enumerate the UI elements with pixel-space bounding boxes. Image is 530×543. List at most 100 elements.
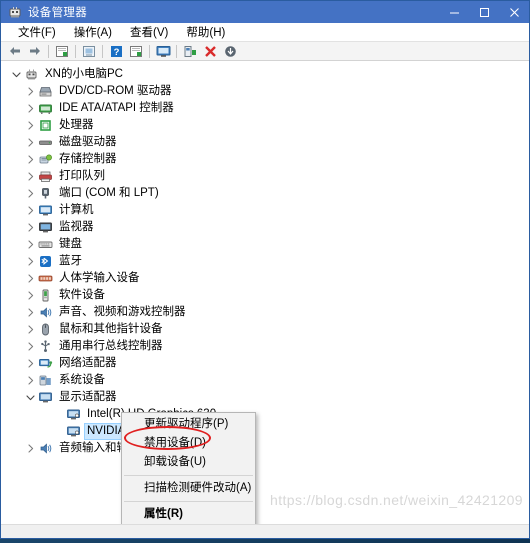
tree-node-label: 人体学输入设备 xyxy=(59,272,140,284)
maximize-button[interactable] xyxy=(469,1,499,23)
tree-node[interactable]: 系统设备 xyxy=(1,372,529,389)
hid-icon xyxy=(37,271,53,287)
chevron-down-icon[interactable] xyxy=(9,66,23,83)
chevron-right-icon[interactable] xyxy=(23,151,37,168)
toolbar-separator-4 xyxy=(149,44,150,58)
tree-node[interactable]: 软件设备 xyxy=(1,287,529,304)
tree-node-label: 通用串行总线控制器 xyxy=(59,340,163,352)
chevron-right-icon[interactable] xyxy=(23,321,37,338)
tree-node[interactable]: 处理器 xyxy=(1,117,529,134)
tree-node[interactable]: 磁盘驱动器 xyxy=(1,134,529,151)
display-adapter-icon xyxy=(37,390,53,406)
mouse-icon xyxy=(37,322,53,338)
menu-view[interactable]: 查看(V) xyxy=(121,24,177,40)
chevron-right-icon[interactable] xyxy=(23,338,37,355)
tree-node[interactable]: XN的小电脑PC xyxy=(1,66,529,83)
ctx-properties[interactable]: 属性(R) xyxy=(122,505,255,524)
print-queue-icon xyxy=(37,169,53,185)
processor-icon xyxy=(37,118,53,134)
computer-icon xyxy=(37,203,53,219)
tree-node-label: 鼠标和其他指针设备 xyxy=(59,323,163,335)
disable-device-icon[interactable] xyxy=(220,43,240,60)
close-button[interactable] xyxy=(499,1,529,23)
title-bar[interactable]: 设备管理器 xyxy=(1,1,529,23)
minimize-button[interactable] xyxy=(439,1,469,23)
chevron-right-icon[interactable] xyxy=(23,270,37,287)
storage-controller-icon xyxy=(37,152,53,168)
menu-help[interactable]: 帮助(H) xyxy=(177,24,234,40)
tree-node-label: 系统设备 xyxy=(59,374,105,386)
ctx-uninstall-device[interactable]: 卸载设备(U) xyxy=(122,453,255,472)
software-device-icon xyxy=(37,288,53,304)
chevron-right-icon[interactable] xyxy=(23,372,37,389)
audio-io-icon xyxy=(37,441,53,457)
chevron-down-icon[interactable] xyxy=(23,389,37,406)
watermark: https://blog.csdn.net/weixin_42421209 xyxy=(270,492,523,508)
tree-node[interactable]: 显示适配器 xyxy=(1,389,529,406)
tree-node[interactable]: 鼠标和其他指针设备 xyxy=(1,321,529,338)
chevron-right-icon[interactable] xyxy=(23,355,37,372)
tree-node[interactable]: 计算机 xyxy=(1,202,529,219)
device-tree-pane[interactable]: XN的小电脑PC DVD/CD-ROM 驱动器 IDE ATA/ATAPI 控制器处… xyxy=(1,61,529,524)
tree-node-label: 键盘 xyxy=(59,238,82,250)
tree-node[interactable]: 打印队列 xyxy=(1,168,529,185)
chevron-right-icon[interactable] xyxy=(23,117,37,134)
show-hidden-icon[interactable] xyxy=(126,43,146,60)
chevron-right-icon[interactable] xyxy=(23,219,37,236)
status-bar xyxy=(1,524,529,538)
chevron-right-icon[interactable] xyxy=(23,202,37,219)
help-icon[interactable]: ? xyxy=(106,43,126,60)
tree-node-label: 声音、视频和游戏控制器 xyxy=(59,306,186,318)
tree-node[interactable]: 蓝牙 xyxy=(1,253,529,270)
tree-node[interactable]: 监视器 xyxy=(1,219,529,236)
back-arrow-icon[interactable] xyxy=(5,43,25,60)
menu-file[interactable]: 文件(F) xyxy=(9,24,65,40)
chevron-right-icon[interactable] xyxy=(23,134,37,151)
forward-arrow-icon[interactable] xyxy=(25,43,45,60)
uninstall-device-icon[interactable] xyxy=(200,43,220,60)
window-title: 设备管理器 xyxy=(28,7,87,19)
chevron-right-icon[interactable] xyxy=(23,304,37,321)
tree-node[interactable]: 网络适配器 xyxy=(1,355,529,372)
tree-node[interactable]: 人体学输入设备 xyxy=(1,270,529,287)
tree-node[interactable]: 存储控制器 xyxy=(1,151,529,168)
tree-node[interactable]: 音频输入和输出 xyxy=(1,440,529,457)
ctx-scan-hardware[interactable]: 扫描检测硬件改动(A) xyxy=(122,479,255,498)
chevron-right-icon[interactable] xyxy=(23,440,37,457)
tree-node[interactable]: IDE ATA/ATAPI 控制器 xyxy=(1,100,529,117)
dvd-drive-icon xyxy=(37,84,53,100)
tree-node[interactable]: 键盘 xyxy=(1,236,529,253)
toolbar-separator-1 xyxy=(48,44,49,58)
update-driver-icon[interactable] xyxy=(79,43,99,60)
chevron-right-icon[interactable] xyxy=(23,168,37,185)
scan-hardware-icon[interactable] xyxy=(153,43,173,60)
chevron-right-icon[interactable] xyxy=(23,83,37,100)
properties-icon[interactable] xyxy=(52,43,72,60)
chevron-right-icon[interactable] xyxy=(23,236,37,253)
monitor-icon xyxy=(37,220,53,236)
window-controls xyxy=(439,1,529,23)
ctx-update-driver[interactable]: 更新驱动程序(P) xyxy=(122,415,255,434)
tree-node-label: 计算机 xyxy=(59,204,94,216)
ctx-disable-device[interactable]: 禁用设备(D) xyxy=(122,434,255,453)
chevron-right-icon[interactable] xyxy=(23,100,37,117)
tree-node-label: 蓝牙 xyxy=(59,255,82,267)
menu-action[interactable]: 操作(A) xyxy=(65,24,121,40)
keyboard-icon xyxy=(37,237,53,253)
install-legacy-icon[interactable] xyxy=(180,43,200,60)
tree-node[interactable]: NVIDIA GeForce GTX 1050 xyxy=(1,423,529,440)
tree-node[interactable]: DVD/CD-ROM 驱动器 xyxy=(1,83,529,100)
chevron-right-icon[interactable] xyxy=(23,253,37,270)
network-adapter-icon xyxy=(37,356,53,372)
toolbar-separator-3 xyxy=(102,44,103,58)
chevron-right-icon[interactable] xyxy=(23,185,37,202)
tree-node-label: XN的小电脑PC xyxy=(45,68,123,80)
tree-node[interactable]: 声音、视频和游戏控制器 xyxy=(1,304,529,321)
chevron-right-icon[interactable] xyxy=(23,287,37,304)
tree-node[interactable]: Intel(R) HD Graphics 630 xyxy=(1,406,529,423)
bluetooth-icon xyxy=(37,254,53,270)
tree-node[interactable]: 通用串行总线控制器 xyxy=(1,338,529,355)
device-manager-icon xyxy=(8,5,22,19)
tree-node[interactable]: 端口 (COM 和 LPT) xyxy=(1,185,529,202)
tree-node-label: 软件设备 xyxy=(59,289,105,301)
